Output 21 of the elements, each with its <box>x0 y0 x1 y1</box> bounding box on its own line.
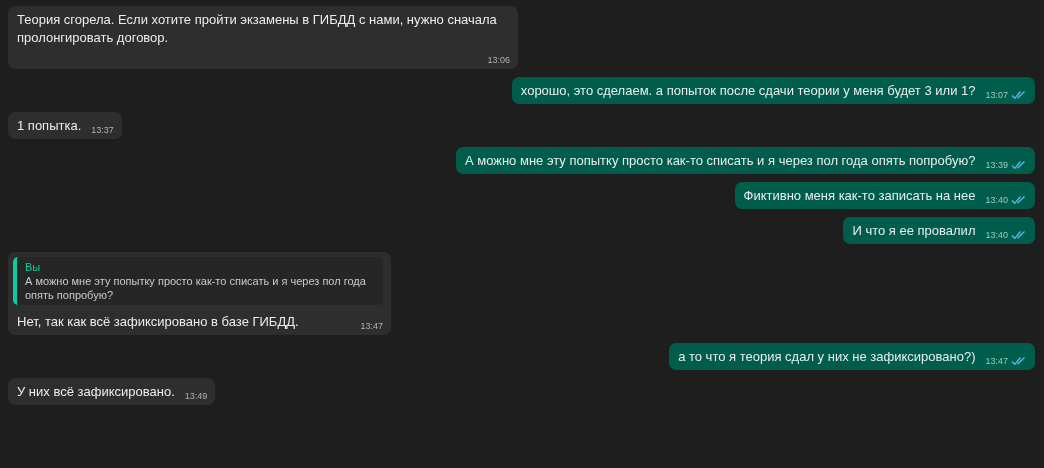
message-time: 13:47 <box>360 320 383 333</box>
message-text: У них всё зафиксировано. <box>17 383 175 401</box>
message-time: 13:39 <box>985 159 1008 172</box>
message-time: 13:47 <box>985 355 1008 368</box>
message-text: а то что я теория сдал у них не зафиксировано?) <box>678 348 976 366</box>
message-text: Нет, так как всё зафиксировано в базе ГИБДД. <box>17 313 299 331</box>
quote-text: А можно мне эту попытку просто как-то списать и я через пол года опять попробую? <box>25 274 367 302</box>
message-text: Фиктивно меня как-то записать на нее <box>743 187 976 205</box>
message-time: 13:40 <box>985 229 1008 242</box>
message-time: 13:37 <box>91 124 114 137</box>
message-time: 13:49 <box>184 390 208 403</box>
message-time: 13:40 <box>985 194 1008 207</box>
message-time: 13:06 <box>487 54 510 67</box>
message-time: 13:07 <box>985 89 1008 102</box>
message-text: хорошо, это сделаем. а попыток после сдачи теории у меня будет 3 или 1? <box>520 82 976 100</box>
quote-sender: Вы <box>25 260 42 274</box>
message-text: 1 попытка. <box>17 117 82 135</box>
message-text: Теория сгорела. Если хотите пройти экзамены в ГИБДД с нами, нужно сначала пролонгировать договор. <box>17 11 498 47</box>
message-text: А можно мне эту попытку просто как-то списать и я через пол года опять попробую? <box>464 152 976 170</box>
message-text: И что я ее провалил <box>852 222 976 240</box>
quoted-message[interactable]: Вы А можно мне эту попытку просто как-то списать и я через пол года опять попробую? <box>13 257 383 305</box>
